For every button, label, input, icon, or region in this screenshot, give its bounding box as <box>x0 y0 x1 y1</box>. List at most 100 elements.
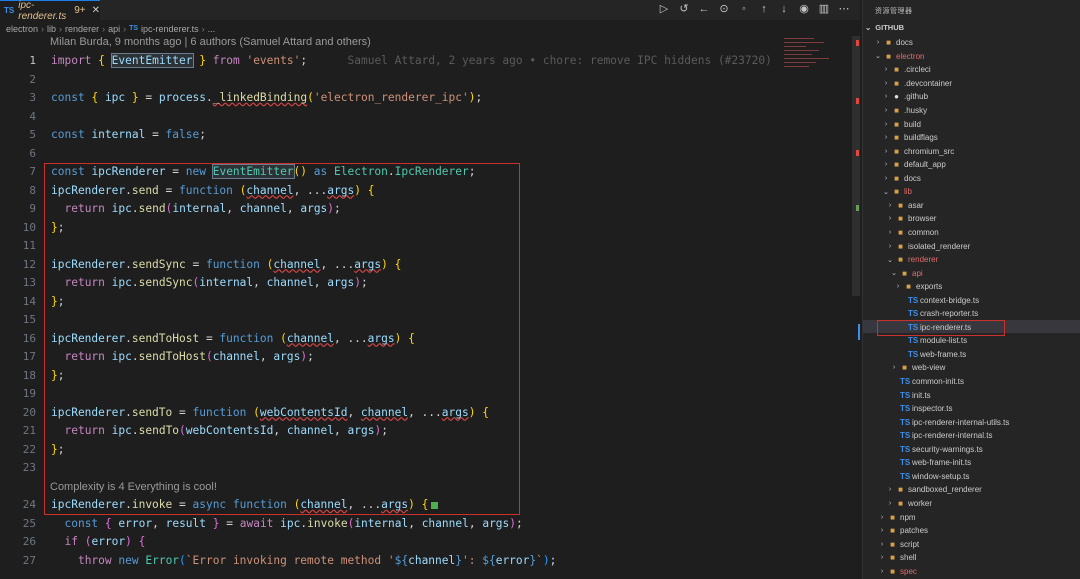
chevron-right-icon: › <box>880 567 884 575</box>
tree-file-item[interactable]: TS crash-reporter.ts <box>899 307 978 321</box>
tree-folder-item[interactable]: › ■ docs <box>875 36 913 50</box>
tree-folder-item[interactable]: › ■ chromium_src <box>883 144 954 158</box>
tree-folder-item[interactable]: › ■ script <box>879 537 919 551</box>
chevron-right-icon: › <box>884 134 888 142</box>
git-blame-codelens[interactable]: Milan Burda, 9 months ago | 6 authors (S… <box>50 36 371 48</box>
tree-folder-item[interactable]: › ■ sandboxed_renderer <box>887 483 982 497</box>
tree-folder-item[interactable]: › ■ buildflags <box>883 131 938 145</box>
line-number: 18 <box>22 368 36 382</box>
folder-icon: ■ <box>898 498 903 508</box>
tree-folder-item[interactable]: ⌄ ■ electron <box>875 50 924 64</box>
tree-folder-item[interactable]: › ■ browser <box>887 212 937 226</box>
explorer-section-header[interactable]: ⌄ GITHUB <box>865 23 904 32</box>
tree-file-item[interactable]: TS web-frame-init.ts <box>891 456 971 470</box>
code-line[interactable]: 6 <box>0 145 860 164</box>
breadcrumb-item[interactable]: electron <box>6 24 38 34</box>
arrow-down-icon[interactable]: ↓ <box>778 3 790 15</box>
tree-folder-item[interactable]: › ■ build <box>883 117 921 131</box>
tree-folder-item[interactable]: › ■ shell <box>879 551 917 565</box>
more-icon[interactable]: ⋯ <box>838 3 850 15</box>
code-line[interactable]: 3 const { ipc } = process._linkedBinding… <box>0 89 860 108</box>
breadcrumb-item[interactable]: ipc-renderer.ts <box>141 24 199 34</box>
github-icon: ● <box>894 92 899 102</box>
code-line[interactable]: 1 import { EventEmitter } from 'events';… <box>0 52 860 71</box>
tree-item-label: .devcontainer <box>904 78 953 88</box>
tree-file-item[interactable]: TS window-setup.ts <box>891 470 969 484</box>
tree-item-label: browser <box>908 214 937 224</box>
minimap[interactable] <box>780 36 842 116</box>
chevron-right-icon: › <box>41 23 45 34</box>
git-compare-icon[interactable]: ⊙ <box>718 3 730 15</box>
breadcrumb-item[interactable]: renderer <box>65 24 99 34</box>
tree-file-item[interactable]: TS init.ts <box>891 388 931 402</box>
tree-folder-item[interactable]: › ■ asar <box>887 199 924 213</box>
tab-ipc-renderer[interactable]: TS ipc-renderer.ts 9+ ✕ <box>0 0 100 22</box>
tree-folder-item[interactable]: › ■ npm <box>879 510 916 524</box>
tree-item-label: crash-reporter.ts <box>920 309 979 319</box>
tree-folder-item[interactable]: › ■ worker <box>887 497 932 511</box>
circle-dot-icon[interactable]: ◦ <box>738 3 750 15</box>
inline-blame: Samuel Attard, 2 years ago • chore: remo… <box>347 54 772 67</box>
tree-folder-item[interactable]: › ■ .devcontainer <box>883 77 952 91</box>
chevron-right-icon: › <box>880 554 884 562</box>
vertical-scrollbar[interactable] <box>852 36 860 296</box>
tree-folder-item[interactable]: › ■ patches <box>879 524 928 538</box>
tree-folder-item[interactable]: ⌄ ■ lib <box>883 185 912 199</box>
tree-folder-item[interactable]: › ■ .circleci <box>883 63 931 77</box>
code-line[interactable]: 27 throw new Error(`Error invoking remot… <box>0 552 860 571</box>
tree-folder-item[interactable]: › ■ default_app <box>883 158 946 172</box>
code-line[interactable]: 4 <box>0 108 860 127</box>
tree-folder-item[interactable]: › ● .github <box>883 90 928 104</box>
folder-icon: ■ <box>894 173 899 183</box>
tree-file-item[interactable]: TS common-init.ts <box>891 375 964 389</box>
code-line[interactable]: 2 <box>0 71 860 90</box>
play-icon[interactable]: ▷ <box>658 3 670 15</box>
code-line[interactable]: 5 const internal = false; <box>0 126 860 145</box>
tree-folder-item[interactable]: › ■ docs <box>883 172 921 186</box>
breadcrumb-item[interactable]: lib <box>47 24 56 34</box>
arrow-up-icon[interactable]: ↑ <box>758 3 770 15</box>
history-icon[interactable]: ↺ <box>678 3 690 15</box>
split-icon[interactable]: ▥ <box>818 3 830 15</box>
problem-count-badge: 9+ <box>74 5 86 16</box>
tree-item-label: .circleci <box>904 65 931 75</box>
chevron-down-icon: ⌄ <box>883 188 889 196</box>
close-icon[interactable]: ✕ <box>92 5 100 16</box>
tree-item-label: init.ts <box>912 390 931 400</box>
tree-file-item[interactable]: TS ipc-renderer-internal-utils.ts <box>891 415 1009 429</box>
line-number: 13 <box>22 276 36 289</box>
tree-item-label: docs <box>904 173 921 183</box>
tree-folder-item[interactable]: ⌄ ■ renderer <box>887 253 938 267</box>
folder-icon: ■ <box>898 200 903 210</box>
editor-toolbar: ▷ ↺ ← ⊙ ◦ ↑ ↓ ◉ ▥ ⋯ <box>658 3 850 15</box>
tree-folder-item[interactable]: ⌄ ■ api <box>891 266 923 280</box>
tree-folder-item[interactable]: › ■ exports <box>895 280 942 294</box>
tree-file-item[interactable]: TS web-frame.ts <box>899 348 966 362</box>
tree-folder-item[interactable]: › ■ common <box>887 226 939 240</box>
breadcrumb-item[interactable]: api <box>108 24 120 34</box>
tree-folder-item[interactable]: › ■ spec <box>879 564 917 578</box>
tree-folder-item[interactable]: › ■ isolated_renderer <box>887 239 970 253</box>
tree-file-item[interactable]: TS ipc-renderer-internal.ts <box>891 429 992 443</box>
line-number: 25 <box>22 516 36 530</box>
folder-icon: ■ <box>898 214 903 224</box>
tree-item-label: isolated_renderer <box>908 241 971 251</box>
dot-icon[interactable]: ◉ <box>798 3 810 15</box>
folder-icon: ■ <box>894 65 899 75</box>
tree-folder-item[interactable]: › ■ web-view <box>891 361 946 375</box>
typescript-icon: TS <box>4 6 15 15</box>
code-line[interactable]: 26 if (error) { <box>0 533 860 552</box>
scroll-marker <box>856 150 859 156</box>
breadcrumb-item[interactable]: ... <box>208 24 216 34</box>
tree-file-item[interactable]: TS module-list.ts <box>899 334 967 348</box>
tree-file-item[interactable]: TS inspector.ts <box>891 402 952 416</box>
back-icon[interactable]: ← <box>698 3 710 15</box>
code-line[interactable]: 25 const { error, result } = await ipc.i… <box>0 515 860 534</box>
tree-file-item[interactable]: TS context-bridge.ts <box>899 293 979 307</box>
chevron-right-icon: › <box>880 540 884 548</box>
line-number: 22 <box>22 442 36 456</box>
tree-item-label: worker <box>908 498 933 508</box>
tree-file-item[interactable]: TS security-warnings.ts <box>891 443 983 457</box>
tree-item-label: chromium_src <box>904 146 955 156</box>
tree-folder-item[interactable]: › ■ .husky <box>883 104 927 118</box>
